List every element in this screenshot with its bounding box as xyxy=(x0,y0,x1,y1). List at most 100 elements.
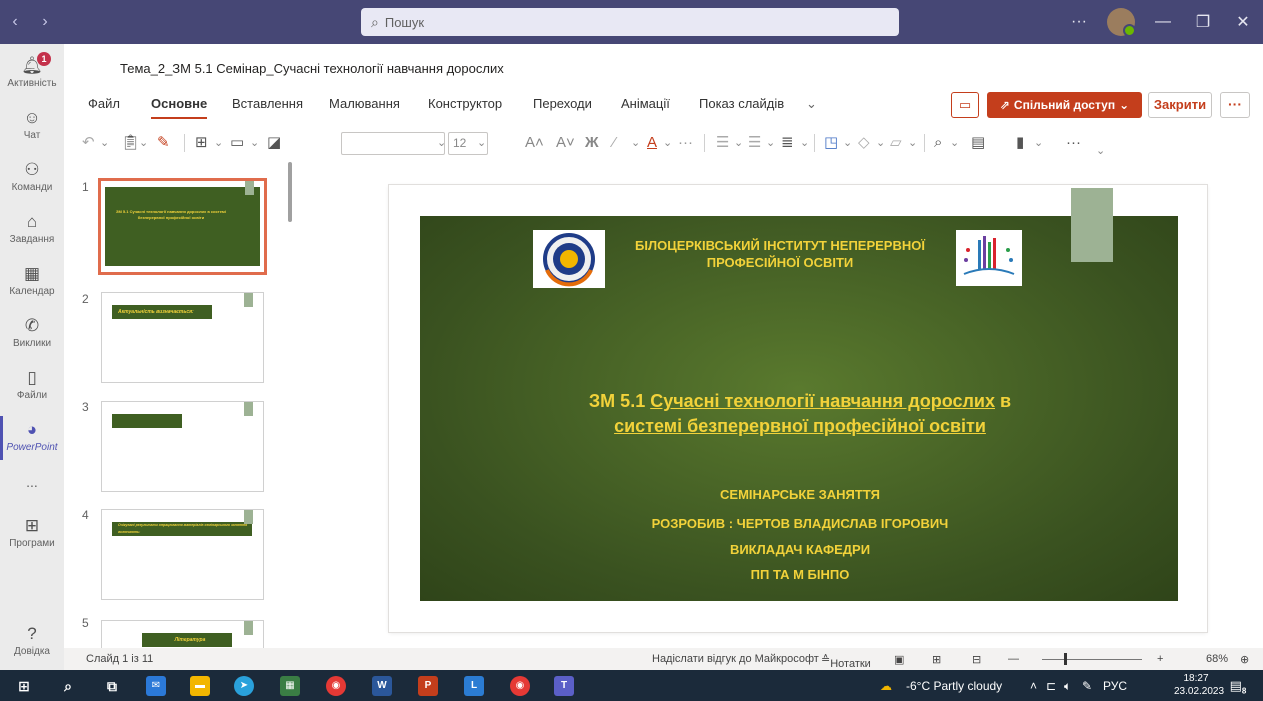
rail-powerpoint[interactable]: ◕ PowerPoint xyxy=(0,416,64,460)
rail-assignments[interactable]: ⌂ Завдання xyxy=(0,212,64,245)
thumbnails-scrollbar[interactable] xyxy=(288,162,292,222)
chevron-down-icon[interactable]: ⌄ xyxy=(766,132,775,154)
weather-icon[interactable]: ☁ xyxy=(880,679,892,693)
chevron-down-icon[interactable]: ⌄ xyxy=(437,132,446,154)
notifications-icon[interactable]: ▤8 xyxy=(1228,676,1248,696)
chevron-down-icon[interactable]: ⌄ xyxy=(139,132,148,154)
close-icon[interactable]: ✕ xyxy=(1223,12,1263,32)
paste-icon[interactable]: 📋︎ xyxy=(121,132,140,154)
feedback-link[interactable]: Надіслати відгук до Майкрософт xyxy=(652,653,819,665)
search-input[interactable]: ⌕ Пошук xyxy=(361,8,899,36)
tab-insert[interactable]: Вставлення xyxy=(232,96,303,111)
chevron-down-icon[interactable]: ⌄ xyxy=(1096,140,1105,162)
back-icon[interactable]: ‹ xyxy=(12,13,17,31)
reading-view-icon[interactable]: ⊟ xyxy=(972,653,981,666)
shapes-icon[interactable]: ◳ xyxy=(824,132,838,154)
tab-transitions[interactable]: Переходи xyxy=(533,96,592,111)
keyboard-language[interactable]: РУС xyxy=(1103,679,1127,693)
highlight-icon[interactable]: ⁄ xyxy=(613,132,616,154)
minimize-icon[interactable]: — xyxy=(1143,13,1183,31)
chevron-down-icon[interactable]: ⌄ xyxy=(876,132,885,154)
zoom-slider-thumb[interactable] xyxy=(1064,653,1067,665)
tab-home[interactable]: Основне xyxy=(151,96,208,119)
rail-more[interactable]: ... xyxy=(0,474,64,490)
thumbnail-slide-2[interactable]: Актуальність визначається: xyxy=(101,292,264,383)
thumbnail-slide-5[interactable]: Література xyxy=(101,620,264,648)
background-icon[interactable]: ◪ xyxy=(267,132,281,154)
thumbnail-slide-1[interactable]: ЗМ 5.1 Сучасні технології навчання дорос… xyxy=(98,178,267,275)
maximize-icon[interactable]: ❐ xyxy=(1183,12,1223,32)
tab-design[interactable]: Конструктор xyxy=(428,96,502,111)
layout-icon[interactable]: ▭ xyxy=(230,132,244,154)
weather[interactable]: -6°C Partly cloudy xyxy=(906,679,1002,693)
rail-chat[interactable]: ☺ Чат xyxy=(0,108,64,141)
chevron-down-icon[interactable]: ⌄ xyxy=(250,132,259,154)
mail-icon[interactable]: ✉ xyxy=(146,676,166,696)
powerpoint-taskbar-icon[interactable]: P xyxy=(418,676,438,696)
slide-sorter-icon[interactable]: ⊞ xyxy=(932,653,941,666)
thumbnail-slide-4[interactable]: Очікувані результати опрацювання матеріа… xyxy=(101,509,264,600)
start-icon[interactable]: ⊞ xyxy=(14,676,34,696)
more-tools-icon[interactable]: ··· xyxy=(1066,132,1081,154)
search-icon[interactable]: ⌕ xyxy=(58,676,78,696)
tab-draw[interactable]: Малювання xyxy=(329,96,400,111)
rail-teams[interactable]: ⚇ Команди xyxy=(0,160,64,193)
calculator-icon[interactable]: ▦ xyxy=(280,676,300,696)
zoom-slider[interactable] xyxy=(1042,659,1142,660)
chevron-down-icon[interactable]: ⌄ xyxy=(477,132,486,154)
rail-calendar[interactable]: ▦ Календар xyxy=(0,264,64,297)
shrink-font-icon[interactable]: A˅ xyxy=(556,132,575,154)
format-painter-icon[interactable]: ✎ xyxy=(157,132,170,154)
more-options-icon[interactable]: ··· xyxy=(1059,13,1099,31)
bullets-icon[interactable]: ☰ xyxy=(716,132,729,154)
zoom-level[interactable]: 68% xyxy=(1206,653,1228,665)
zoom-out-icon[interactable]: — xyxy=(1008,653,1019,665)
clock[interactable]: 18:27 23.02.2023 xyxy=(1174,672,1224,698)
file-explorer-icon[interactable]: ▬ xyxy=(190,676,210,696)
normal-view-icon[interactable]: ▣ xyxy=(894,653,904,666)
zoom-in-icon[interactable]: + xyxy=(1157,653,1163,665)
notes-button[interactable]: ≙ Нотатки xyxy=(821,653,871,670)
dictate-icon[interactable]: ▮ xyxy=(1016,132,1024,154)
chevron-down-icon[interactable]: ⌄ xyxy=(663,132,672,154)
network-icon[interactable]: ⊏ xyxy=(1046,679,1056,693)
teams-icon[interactable]: T xyxy=(554,676,574,696)
new-slide-icon[interactable]: ⊞ xyxy=(195,132,208,154)
chevron-down-icon[interactable]: ⌄ xyxy=(800,132,809,154)
chevron-down-icon[interactable]: ⌄ xyxy=(734,132,743,154)
numbering-icon[interactable]: ☰ xyxy=(748,132,761,154)
tab-animations[interactable]: Анімації xyxy=(621,96,670,111)
align-icon[interactable]: ≣ xyxy=(781,132,794,154)
chevron-down-icon[interactable]: ⌄ xyxy=(843,132,852,154)
more-button[interactable]: ··· xyxy=(1220,92,1250,118)
tray-chevron-icon[interactable]: ˄ xyxy=(1030,679,1037,693)
chevron-down-icon[interactable]: ⌄ xyxy=(806,96,817,112)
shape-outline-icon[interactable]: ▱ xyxy=(890,132,902,154)
grow-font-icon[interactable]: A˄ xyxy=(525,132,544,154)
forward-icon[interactable]: › xyxy=(42,13,47,31)
task-view-icon[interactable]: ⧉ xyxy=(102,676,122,696)
slide-1[interactable]: БІЛОЦЕРКІВСЬКИЙ ІНСТИТУТ НЕПЕРЕРВНОЇ ПРО… xyxy=(420,216,1178,601)
chrome-profile-icon[interactable]: ◉ xyxy=(510,676,530,696)
teams-meeting-icon[interactable]: L xyxy=(464,676,484,696)
tab-file[interactable]: Файл xyxy=(88,96,120,111)
find-icon[interactable]: ⌕ xyxy=(934,132,942,154)
rail-activity[interactable]: 🔔︎ 1 Активність xyxy=(0,52,64,89)
thumbnail-slide-3[interactable] xyxy=(101,401,264,492)
font-color-icon[interactable]: A xyxy=(647,132,657,154)
chevron-down-icon[interactable]: ⌄ xyxy=(631,132,640,154)
close-button[interactable]: Закрити xyxy=(1148,92,1212,118)
chevron-down-icon[interactable]: ⌄ xyxy=(950,132,959,154)
designer-icon[interactable]: ▤ xyxy=(971,132,985,154)
rail-help[interactable]: ? Довідка xyxy=(0,624,64,657)
rail-apps[interactable]: ⊞ Програми xyxy=(0,516,64,549)
pen-icon[interactable]: ✎ xyxy=(1082,679,1092,693)
share-button[interactable]: ⇗ Спільний доступ ⌄ xyxy=(987,92,1142,118)
comment-button[interactable]: ▭ xyxy=(951,92,979,118)
rail-calls[interactable]: ✆ Виклики xyxy=(0,316,64,349)
telegram-icon[interactable]: ➤ xyxy=(234,676,254,696)
chevron-down-icon[interactable]: ⌄ xyxy=(908,132,917,154)
word-icon[interactable]: W xyxy=(372,676,392,696)
chevron-down-icon[interactable]: ⌄ xyxy=(1034,132,1043,154)
chrome-icon[interactable]: ◉ xyxy=(326,676,346,696)
